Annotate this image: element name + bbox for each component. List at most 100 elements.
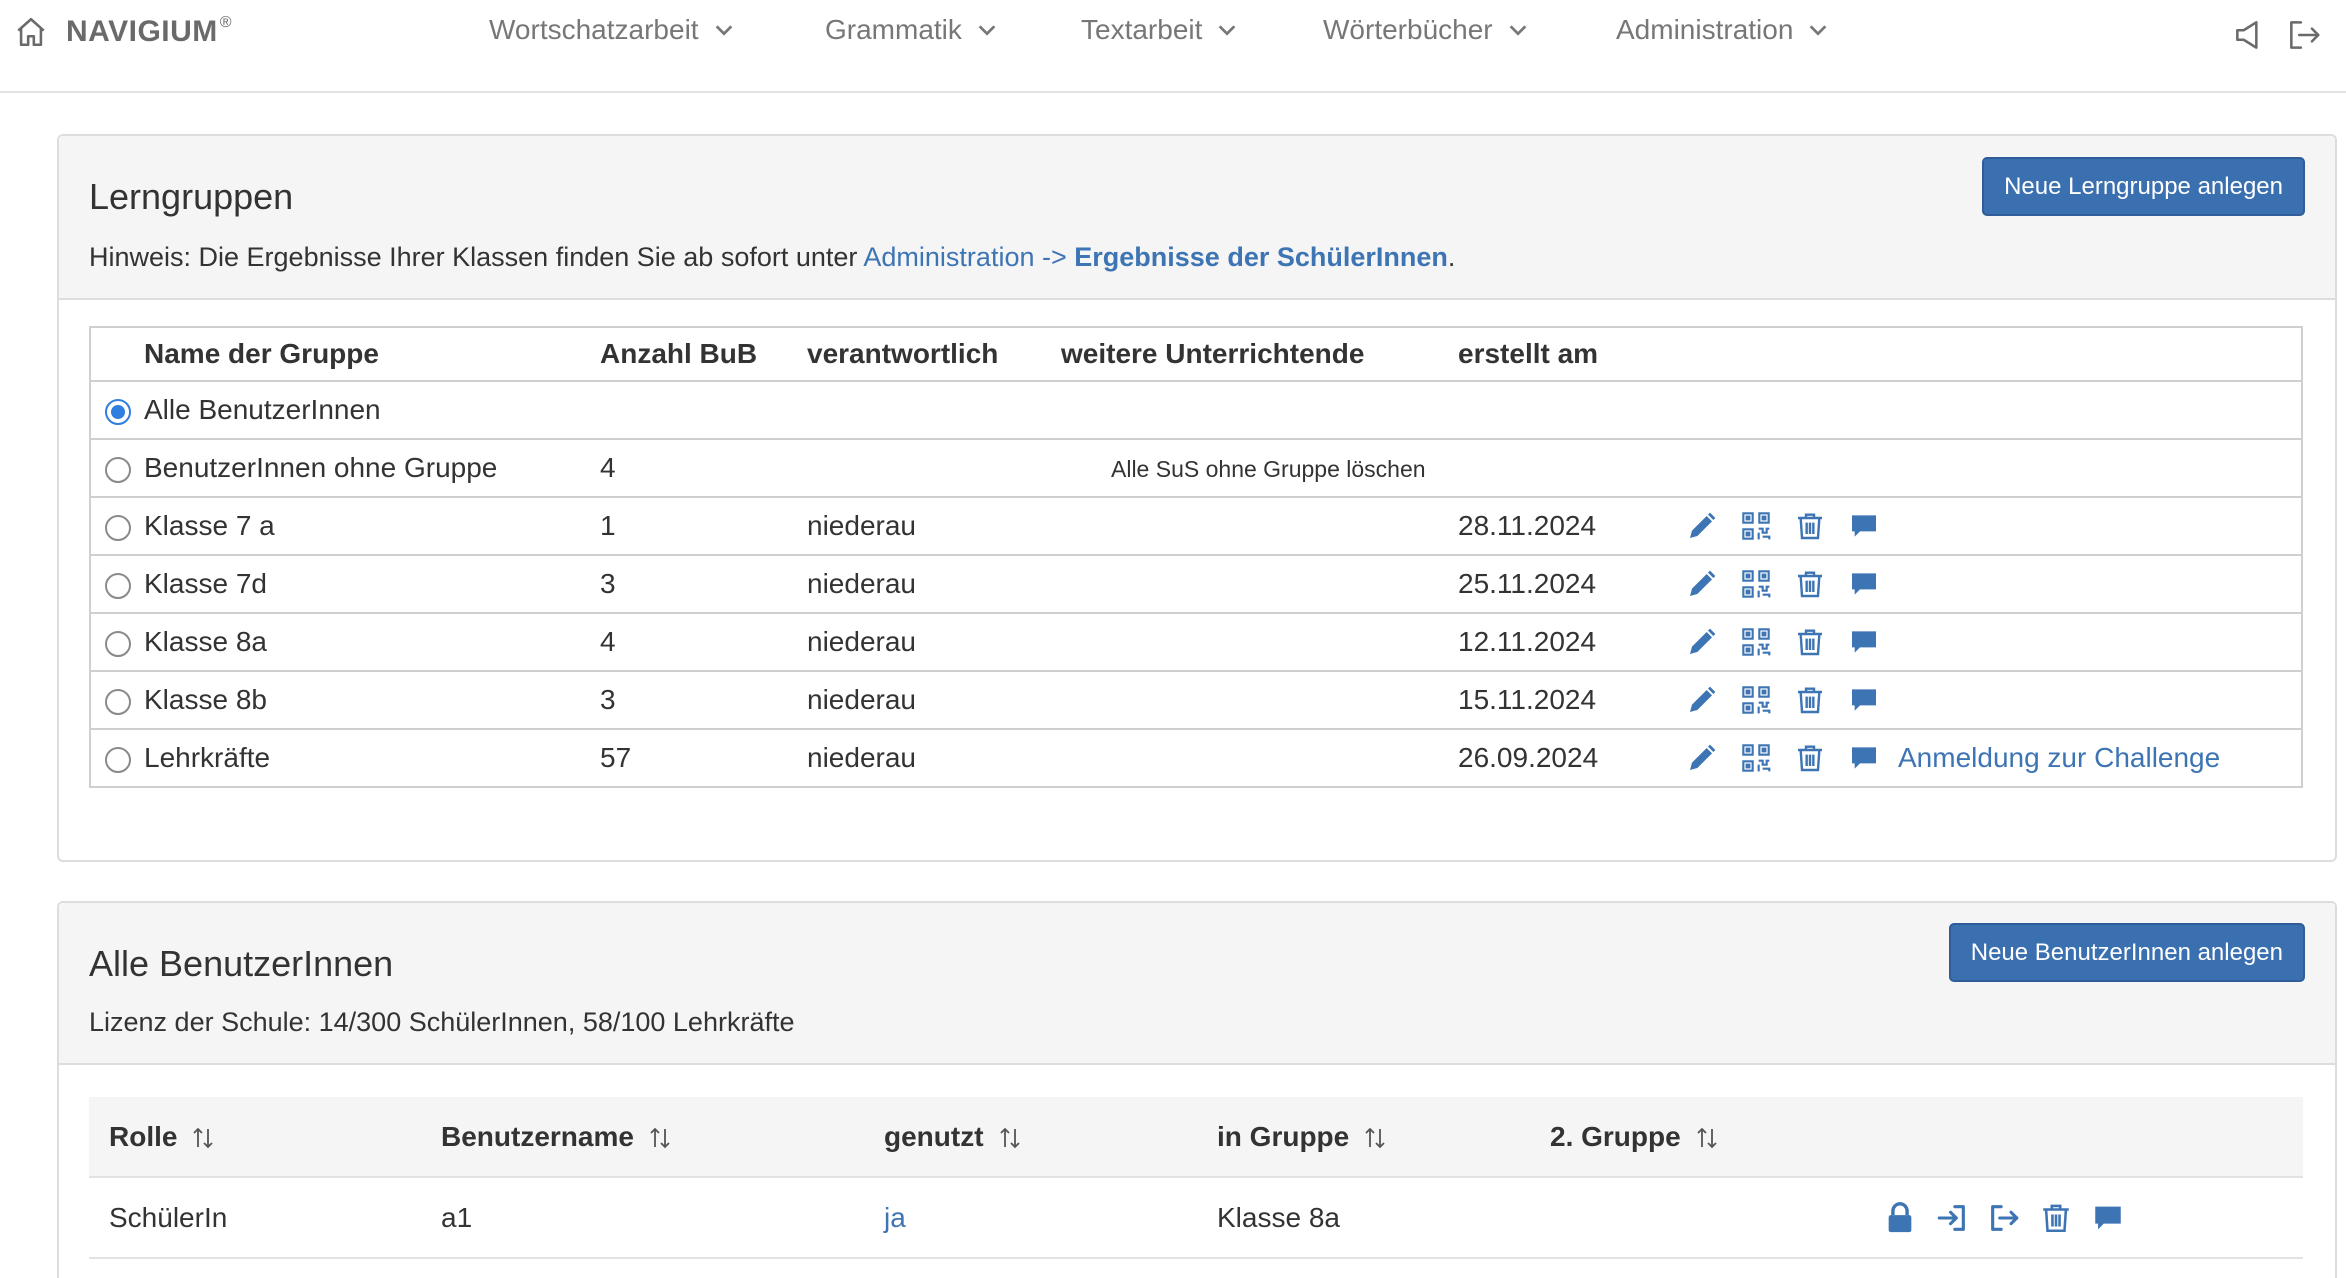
user-role: SchülerIn	[89, 1176, 421, 1259]
edit-icon[interactable]	[1686, 510, 1718, 542]
group-name: Lehrkräfte	[144, 728, 600, 787]
col-created: erstellt am	[1458, 338, 1599, 369]
group-count: 1	[600, 496, 807, 555]
top-navbar: NAVIGIUM ® Wortschatzarbeit Grammatik Tex…	[0, 0, 2346, 93]
group-created: 28.11.2024	[1458, 496, 1648, 555]
chevron-down-icon	[1507, 19, 1529, 41]
col-role[interactable]: Rolle	[89, 1097, 421, 1177]
message-icon[interactable]	[1848, 510, 1880, 542]
user-used-link[interactable]: ja	[884, 1202, 906, 1233]
col-group-name: Name der Gruppe	[144, 338, 379, 369]
group-count: 3	[600, 554, 807, 613]
message-icon[interactable]	[2091, 1201, 2125, 1235]
brand-logo: NAVIGIUM ®	[66, 14, 233, 48]
nav-woerterbuecher[interactable]: Wörterbücher	[1323, 14, 1529, 46]
trash-icon[interactable]	[1794, 742, 1826, 774]
nav-wortschatzarbeit[interactable]: Wortschatzarbeit	[489, 14, 735, 46]
sort-icon[interactable]	[1695, 1125, 1719, 1151]
login-as-icon[interactable]	[1935, 1201, 1969, 1235]
qr-code-icon[interactable]	[1740, 626, 1772, 658]
user-group: Klasse 8a	[1197, 1176, 1530, 1259]
message-icon[interactable]	[1848, 568, 1880, 600]
delete-users-without-group-link[interactable]: Alle SuS ohne Gruppe löschen	[1061, 456, 1426, 482]
group-responsible: niederau	[807, 554, 1061, 613]
groups-table: Name der Gruppe Anzahl BuB verantwortlic…	[89, 326, 2303, 788]
group-responsible: niederau	[807, 670, 1061, 729]
col-group[interactable]: in Gruppe	[1197, 1097, 1530, 1177]
group-name: Klasse 7d	[144, 554, 600, 613]
group-count: 3	[600, 670, 807, 729]
nav-textarbeit[interactable]: Textarbeit	[1081, 14, 1238, 46]
home-icon[interactable]	[14, 15, 48, 49]
speaker-icon[interactable]	[2231, 16, 2269, 54]
group-radio[interactable]	[104, 746, 131, 773]
message-icon[interactable]	[1848, 742, 1880, 774]
group-radio-all[interactable]	[104, 398, 131, 425]
user-username: a1	[421, 1176, 864, 1259]
group-row[interactable]: Klasse 8a 4 niederau 12.11.2024	[90, 612, 2302, 671]
trash-icon[interactable]	[1794, 626, 1826, 658]
new-users-button[interactable]: Neue BenutzerInnen anlegen	[1948, 923, 2305, 982]
trash-icon[interactable]	[2039, 1201, 2073, 1235]
edit-icon[interactable]	[1686, 742, 1718, 774]
qr-code-icon[interactable]	[1740, 510, 1772, 542]
group-row-no-group[interactable]: BenutzerInnen ohne Gruppe 4 Alle SuS ohn…	[90, 438, 2302, 497]
trash-icon[interactable]	[1794, 510, 1826, 542]
new-group-button[interactable]: Neue Lerngruppe anlegen	[1982, 157, 2305, 216]
user-group2	[1530, 1176, 1863, 1259]
nav-administration[interactable]: Administration	[1616, 14, 1829, 46]
group-row[interactable]: Klasse 7 a 1 niederau 28.11.2024	[90, 496, 2302, 555]
group-radio[interactable]	[104, 572, 131, 599]
group-radio[interactable]	[104, 630, 131, 657]
all-users-panel: Alle BenutzerInnen Neue BenutzerInnen an…	[57, 901, 2337, 1278]
group-responsible: niederau	[807, 496, 1061, 555]
learning-groups-panel: Lerngruppen Neue Lerngruppe anlegen Hinw…	[57, 134, 2337, 862]
qr-code-icon[interactable]	[1740, 742, 1772, 774]
sort-icon[interactable]	[648, 1125, 672, 1151]
group-name: BenutzerInnen ohne Gruppe	[144, 438, 600, 497]
challenge-registration-link[interactable]: Anmeldung zur Challenge	[1898, 742, 2220, 773]
group-name: Klasse 8a	[144, 612, 600, 671]
group-radio[interactable]	[104, 514, 131, 541]
sort-icon[interactable]	[191, 1125, 215, 1151]
col-group2[interactable]: 2. Gruppe	[1530, 1097, 1863, 1177]
qr-code-icon[interactable]	[1740, 684, 1772, 716]
message-icon[interactable]	[1848, 626, 1880, 658]
edit-icon[interactable]	[1686, 568, 1718, 600]
group-row[interactable]: Klasse 7d 3 niederau 25.11.2024	[90, 554, 2302, 613]
nav-grammatik[interactable]: Grammatik	[825, 14, 998, 46]
col-count: Anzahl BuB	[600, 338, 758, 369]
group-radio-no-group[interactable]	[104, 456, 131, 483]
group-row[interactable]: Lehrkräfte 57 niederau 26.09.2024 Anmeld…	[90, 728, 2302, 787]
message-icon[interactable]	[1848, 684, 1880, 716]
groups-table-header: Name der Gruppe Anzahl BuB verantwortlic…	[90, 327, 2302, 381]
edit-icon[interactable]	[1686, 684, 1718, 716]
trash-icon[interactable]	[1794, 568, 1826, 600]
col-used[interactable]: genutzt	[864, 1097, 1197, 1177]
group-count: 4	[600, 612, 807, 671]
group-row[interactable]: Klasse 8b 3 niederau 15.11.2024	[90, 670, 2302, 729]
sort-icon[interactable]	[1363, 1125, 1387, 1151]
results-link[interactable]: Ergebnisse der SchülerInnen	[1074, 242, 1448, 272]
chevron-down-icon	[1216, 19, 1238, 41]
chevron-down-icon	[976, 19, 998, 41]
logout-icon[interactable]	[2285, 16, 2323, 54]
qr-code-icon[interactable]	[1740, 568, 1772, 600]
group-responsible: niederau	[807, 728, 1061, 787]
lock-icon[interactable]	[1883, 1201, 1917, 1235]
learning-groups-header: Lerngruppen Neue Lerngruppe anlegen Hinw…	[59, 136, 2335, 300]
group-created: 26.09.2024	[1458, 728, 1648, 787]
col-more-teachers: weitere Unterrichtende	[1061, 338, 1365, 369]
all-users-title: Alle BenutzerInnen	[89, 943, 394, 984]
chevron-down-icon	[1807, 19, 1829, 41]
trash-icon[interactable]	[1794, 684, 1826, 716]
edit-icon[interactable]	[1686, 626, 1718, 658]
administration-link[interactable]: Administration ->	[863, 242, 1066, 272]
group-responsible: niederau	[807, 612, 1061, 671]
brand-home-link[interactable]: NAVIGIUM ®	[14, 14, 232, 49]
sort-icon[interactable]	[998, 1125, 1022, 1151]
col-username[interactable]: Benutzername	[421, 1097, 864, 1177]
group-row-all[interactable]: Alle BenutzerInnen	[90, 380, 2302, 439]
group-radio[interactable]	[104, 688, 131, 715]
move-group-icon[interactable]	[1987, 1201, 2021, 1235]
